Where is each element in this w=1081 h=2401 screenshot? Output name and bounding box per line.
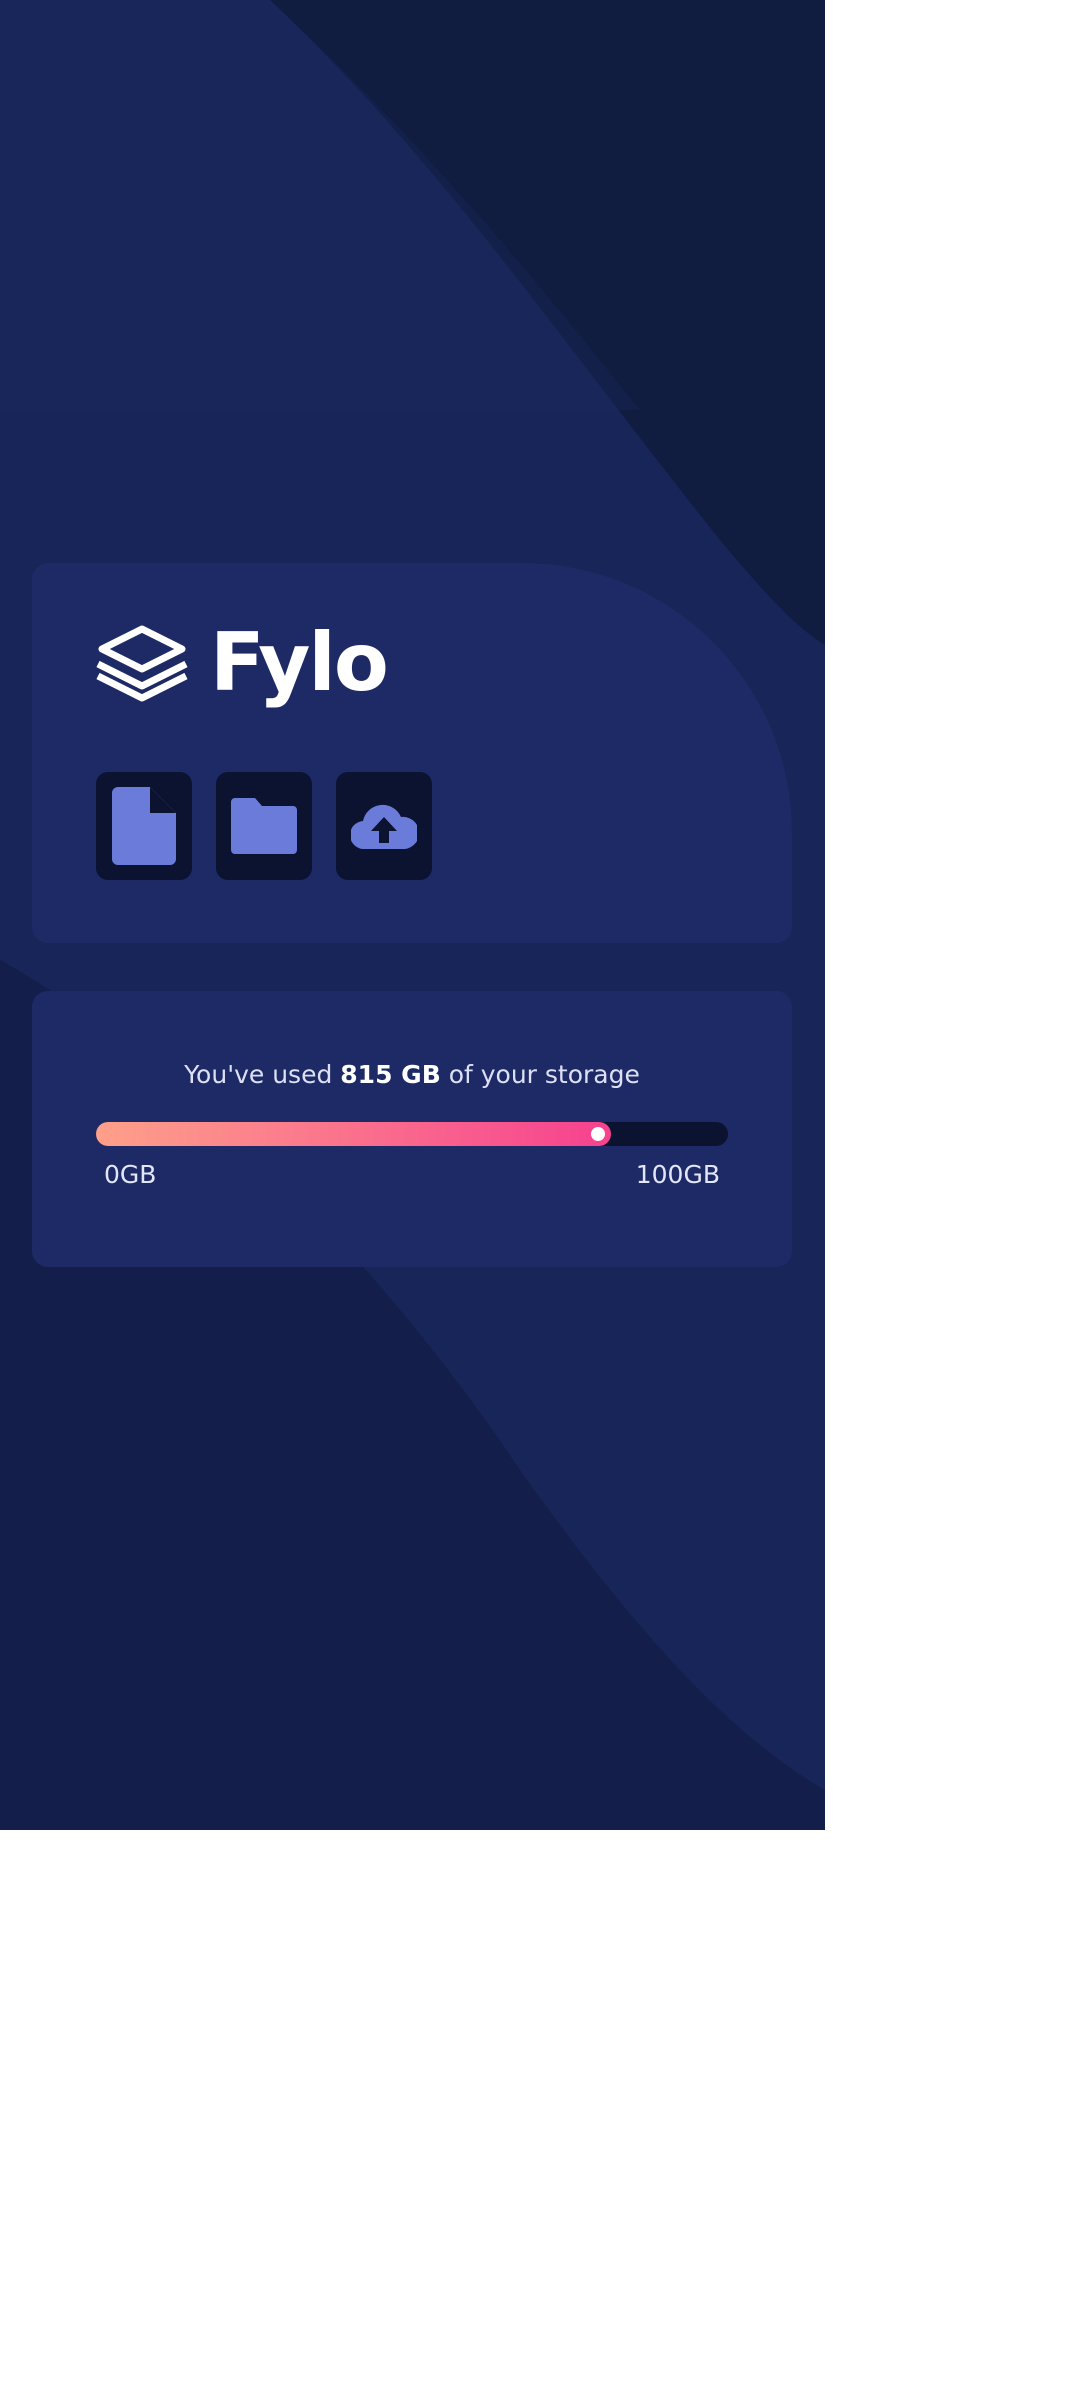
storage-progress-bar <box>96 1122 728 1146</box>
usage-amount: 815 GB <box>340 1060 441 1089</box>
brand-name: Fylo <box>210 616 389 709</box>
folder-button[interactable] <box>216 772 312 880</box>
storage-card: You've used 815 GB of your storage 0GB 1… <box>32 991 792 1267</box>
usage-prefix: You've used <box>184 1060 333 1089</box>
document-icon <box>112 787 176 865</box>
storage-progress-fill <box>96 1122 611 1146</box>
app-viewport: Fylo You've used 815 GB of your storage … <box>0 0 825 1830</box>
storage-usage-text: You've used 815 GB of your storage <box>32 1059 792 1091</box>
logo: Fylo <box>94 616 389 709</box>
folder-icon <box>231 798 297 854</box>
icon-row <box>96 772 432 880</box>
upload-button[interactable] <box>336 772 432 880</box>
progress-knob <box>591 1127 605 1141</box>
range-min-label: 0GB <box>104 1160 157 1189</box>
cloud-upload-icon <box>351 804 417 849</box>
stacked-layers-icon <box>96 625 188 702</box>
usage-suffix: of your storage <box>448 1060 640 1089</box>
range-max-label: 100GB <box>635 1160 720 1189</box>
document-button[interactable] <box>96 772 192 880</box>
brand-card: Fylo <box>32 563 792 943</box>
